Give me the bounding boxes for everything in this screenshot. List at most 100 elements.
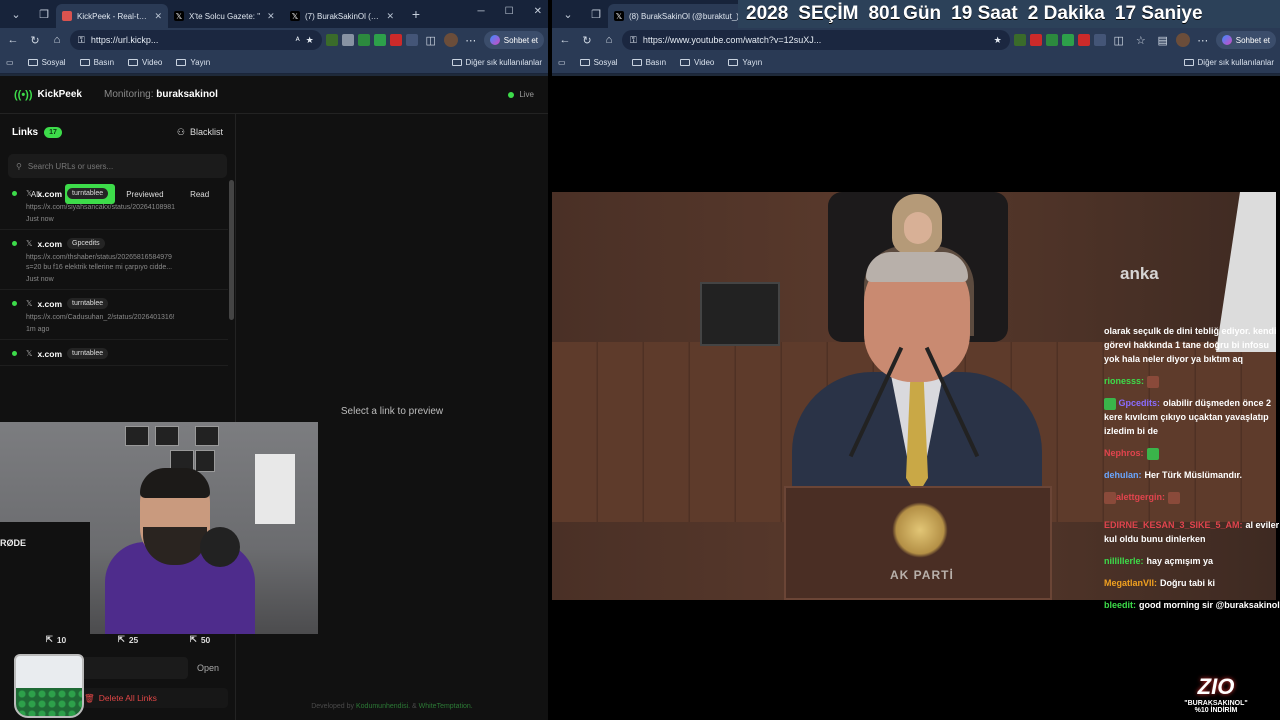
reading-list-icon[interactable]: ▭ <box>6 58 14 67</box>
open-button[interactable]: Open <box>188 663 228 673</box>
minimize-icon[interactable]: ─ <box>478 6 485 17</box>
sponsor-code: "BURAKSAKINOL" <box>1184 700 1248 707</box>
more-menu-icon[interactable]: ⋯ <box>1194 31 1212 49</box>
podium: AK PARTİ <box>784 486 1052 600</box>
copilot-chat-button[interactable]: Sohbet et <box>483 31 544 49</box>
countdown-year: 2028 <box>746 3 789 24</box>
list-scrollbar[interactable] <box>229 180 234 320</box>
tab-list-icon[interactable]: ⌄ <box>4 3 28 25</box>
live-label: Live <box>519 90 534 99</box>
blacklist-button[interactable]: ⚇ Blacklist <box>177 127 223 138</box>
profile-avatar[interactable] <box>443 33 458 47</box>
back-icon[interactable]: ← <box>556 31 574 49</box>
bookmark-folder[interactable]: Sosyal <box>579 58 618 67</box>
chat-text: good morning sir @buraksakinol <box>1139 600 1280 610</box>
open-25-button[interactable]: ⇱ 25 <box>118 634 139 645</box>
extension-icon[interactable] <box>1013 34 1026 46</box>
folder-icon <box>79 59 90 66</box>
maximize-icon[interactable]: ☐ <box>505 6 514 17</box>
extension-icon[interactable] <box>373 34 386 46</box>
split-screen-icon[interactable]: ◫ <box>422 31 440 49</box>
tab-solcu-gazete[interactable]: 𝕏 X'te Solcu Gazete: " ✕ <box>168 4 284 28</box>
extension-icon[interactable] <box>341 34 354 46</box>
folder-icon <box>728 59 739 66</box>
close-tab-icon[interactable]: ✕ <box>386 11 394 22</box>
url-field[interactable]: ⚿ https://url.kickp... ᴬ ★ <box>70 30 322 50</box>
video-player[interactable]: AK PARTİ anka olarak seçulk de dini tebl… <box>552 76 1280 720</box>
split-screen-icon[interactable]: ◫ <box>1110 31 1128 49</box>
extension-icon[interactable] <box>1077 34 1090 46</box>
profile-avatar[interactable] <box>1175 33 1190 47</box>
tab-list-icon[interactable]: ⌄ <box>556 3 580 25</box>
collections-icon[interactable]: ▤ <box>1154 31 1172 49</box>
new-tab-icon[interactable]: + <box>404 3 428 25</box>
delete-all-links-button[interactable]: 🗑 Delete All Links <box>80 688 228 708</box>
close-tab-icon[interactable]: ✕ <box>154 11 162 22</box>
workspaces-icon[interactable]: ❐ <box>32 3 56 25</box>
chat-message: MegatlanVII: Doğru tabi ki <box>1104 576 1280 590</box>
desk-monitor <box>700 282 780 346</box>
translate-icon[interactable]: ᴬ <box>296 35 300 45</box>
bookmark-folder[interactable]: Video <box>128 58 162 67</box>
list-item[interactable]: 𝕏 x.com Gpcedits https://x.com/thshaber/… <box>0 230 228 290</box>
favorite-star-icon[interactable]: ★ <box>306 35 314 46</box>
footer-dev1[interactable]: Kodumunhendisi. <box>356 703 410 710</box>
extension-icon[interactable] <box>1061 34 1074 46</box>
item-user: turntablee <box>67 298 109 309</box>
bookmark-folder[interactable]: Video <box>680 58 714 67</box>
close-window-icon[interactable]: ✕ <box>534 6 542 17</box>
home-icon[interactable]: ⌂ <box>600 31 618 49</box>
search-input[interactable]: ⚲ Search URLs or users... <box>8 154 227 178</box>
folder-icon <box>1183 59 1194 66</box>
more-menu-icon[interactable]: ⋯ <box>462 31 480 49</box>
webcam-overlay: RØDE <box>0 422 318 634</box>
open-10-button[interactable]: ⇱ 10 <box>46 634 67 645</box>
close-tab-icon[interactable]: ✕ <box>267 11 275 22</box>
list-item[interactable]: 𝕏 x.com turntablee https://x.com/siyahsa… <box>0 180 228 230</box>
bookmark-folder[interactable]: Yayın <box>728 58 762 67</box>
tab-buraksakinol[interactable]: 𝕏 (7) BurakSakinOl (@bu ✕ <box>284 4 400 28</box>
list-item[interactable]: 𝕏 x.com turntablee <box>0 340 228 366</box>
extension-icon[interactable] <box>405 34 418 46</box>
search-placeholder: Search URLs or users... <box>27 161 114 171</box>
extension-icon[interactable] <box>1029 34 1042 46</box>
extension-icon[interactable] <box>357 34 370 46</box>
chat-text: olarak seçulk de dini tebliğ ediyor. ken… <box>1104 326 1277 364</box>
bookmark-folder[interactable]: Basın <box>631 58 666 67</box>
chat-user: Gpcedits: <box>1118 398 1161 408</box>
back-icon[interactable]: ← <box>4 31 22 49</box>
workspaces-icon[interactable]: ❐ <box>584 3 608 25</box>
favorite-star-icon[interactable]: ★ <box>994 35 1002 46</box>
url-field[interactable]: ⚿ https://www.youtube.com/watch?v=12suXJ… <box>622 30 1010 50</box>
extension-icon[interactable] <box>1093 34 1106 46</box>
tab-buraksakinol-x[interactable]: 𝕏 (8) BurakSakinOl (@buraktut_) / X <box>608 4 758 28</box>
unread-dot-icon <box>12 241 17 246</box>
tab-kickpeek[interactable]: KickPeek - Real-time Li ✕ <box>56 4 168 28</box>
copilot-chat-button[interactable]: Sohbet et <box>1215 31 1276 49</box>
bookmark-folder[interactable]: Sosyal <box>27 58 66 67</box>
wall-frame <box>195 426 219 446</box>
x-logo-icon: 𝕏 <box>26 299 33 308</box>
seconds-label: Saniye <box>1141 3 1203 24</box>
bookmark-folder[interactable]: Basın <box>79 58 114 67</box>
item-domain: x.com <box>37 188 63 199</box>
home-icon[interactable]: ⌂ <box>48 31 66 49</box>
favorites-icon[interactable]: ☆ <box>1132 31 1150 49</box>
refresh-icon[interactable]: ↻ <box>578 31 596 49</box>
refresh-icon[interactable]: ↻ <box>26 31 44 49</box>
candy-jar <box>14 654 84 718</box>
open-count-input[interactable] <box>80 657 188 679</box>
open-50-button[interactable]: ⇱ 50 <box>190 634 211 645</box>
footer-separator: & <box>412 703 417 710</box>
extension-icon[interactable] <box>325 34 338 46</box>
reading-list-icon[interactable]: ▭ <box>558 58 566 67</box>
footer-dev2[interactable]: WhiteTemptation. <box>419 703 473 710</box>
chat-text: Her Türk Müslümandır. <box>1144 470 1243 480</box>
list-item[interactable]: 𝕏 x.com turntablee https://x.com/Cadusuh… <box>0 290 228 340</box>
extension-icon[interactable] <box>389 34 402 46</box>
bookmark-folder[interactable]: Yayın <box>176 58 210 67</box>
open-row: Open <box>80 656 228 680</box>
other-bookmarks[interactable]: Diğer sık kullanılanlar <box>1183 58 1274 67</box>
other-bookmarks[interactable]: Diğer sık kullanılanlar <box>451 58 542 67</box>
extension-icon[interactable] <box>1045 34 1058 46</box>
